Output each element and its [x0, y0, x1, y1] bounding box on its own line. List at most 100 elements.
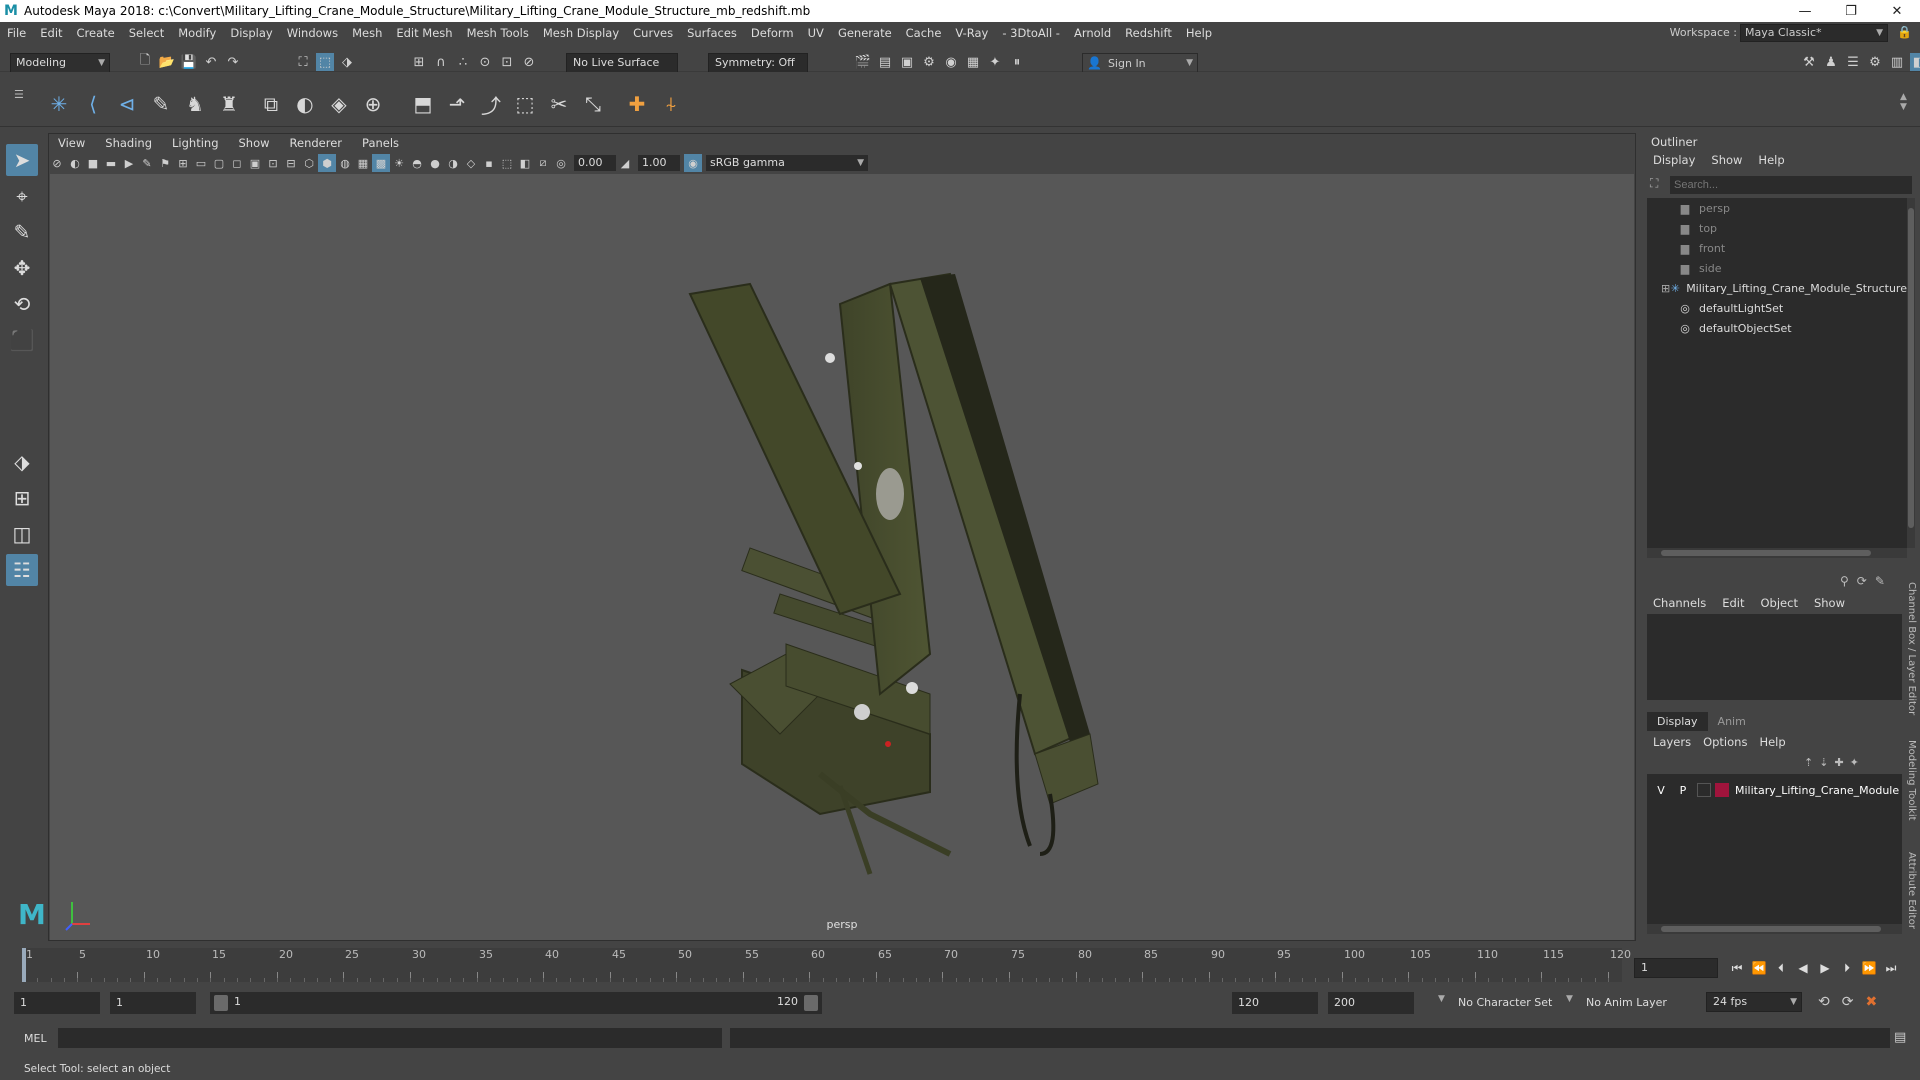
extrude-icon[interactable]: ⬒ [408, 89, 438, 119]
outliner-item-default-light-set[interactable]: ◎ defaultLightSet [1647, 298, 1907, 318]
menu-display[interactable]: Display [223, 26, 279, 40]
layer-type-box[interactable] [1697, 783, 1711, 797]
grease-pencil-icon[interactable]: ✎ [138, 154, 156, 172]
tab-display[interactable]: Display [1647, 712, 1708, 731]
viewport-menu-show[interactable]: Show [229, 136, 280, 150]
play-backwards-icon[interactable]: ◀ [1792, 958, 1814, 978]
tab-attribute-editor[interactable]: Attribute Editor [1906, 852, 1917, 929]
color-management-icon[interactable]: ◉ [684, 154, 702, 172]
outliner-item-default-object-set[interactable]: ◎ defaultObjectSet [1647, 318, 1907, 338]
xray-icon[interactable]: ● [426, 154, 444, 172]
menu-set-select[interactable]: Modeling ▼ [10, 53, 110, 73]
shadows-icon[interactable]: ☀ [390, 154, 408, 172]
channel-box-icon[interactable]: ▥ [1888, 53, 1906, 71]
outliner-horizontal-scrollbar[interactable] [1647, 548, 1907, 558]
field-chart-icon[interactable]: ▣ [246, 154, 264, 172]
snap-projected-center-icon[interactable]: ⊙ [476, 53, 494, 71]
center-pivot-icon[interactable]: ⍭ [656, 89, 686, 119]
channel-box-area[interactable] [1647, 614, 1902, 700]
edit-icon[interactable]: ✎ [1875, 574, 1885, 588]
menu-mesh[interactable]: Mesh [345, 26, 389, 40]
menu-arnold[interactable]: Arnold [1067, 26, 1118, 40]
image-plane-icon[interactable]: ▬ [102, 154, 120, 172]
select-tool-icon[interactable]: ➤ [6, 144, 38, 176]
layer-row[interactable]: V P Military_Lifting_Crane_Module [1647, 780, 1902, 800]
channel-box-icon[interactable]: ⚲ [1840, 574, 1849, 588]
camera-select-icon[interactable]: ⊘ [48, 154, 66, 172]
bookmark-icon[interactable]: ■ [84, 154, 102, 172]
shelf-scroll-icon[interactable]: ▲ ▼ [1900, 92, 1907, 112]
channelbox-menu-edit[interactable]: Edit [1714, 596, 1752, 610]
polygon-sphere-icon[interactable]: ✳ [44, 89, 74, 119]
ipr-render-icon[interactable]: ▣ [898, 53, 916, 71]
layer-menu-help[interactable]: Help [1753, 735, 1791, 749]
range-bar[interactable]: 1 120 [210, 992, 822, 1014]
single-perspective-layout-icon[interactable]: ⬗ [6, 446, 38, 478]
viewport-canvas[interactable]: persp [50, 174, 1634, 940]
polygon-cylinder-icon[interactable]: ⊲ [112, 89, 142, 119]
menu-file[interactable]: File [0, 26, 33, 40]
menu-vray[interactable]: V-Ray [948, 26, 995, 40]
combine-icon[interactable]: ⧉ [256, 89, 286, 119]
menu-help[interactable]: Help [1179, 26, 1219, 40]
layer-menu-options[interactable]: Options [1697, 735, 1753, 749]
ambient-occlusion-icon[interactable]: ⬚ [498, 154, 516, 172]
end-time-field[interactable]: 120 [1232, 992, 1318, 1014]
menu-curves[interactable]: Curves [626, 26, 680, 40]
viewport-menu-renderer[interactable]: Renderer [280, 136, 353, 150]
film-gate-icon[interactable]: ▭ [192, 154, 210, 172]
new-scene-icon[interactable]: 🗋 [136, 53, 154, 71]
polygon-cone-icon[interactable]: ✎ [146, 89, 176, 119]
tool-settings-icon[interactable]: ⚙ [1866, 53, 1884, 71]
time-ruler[interactable]: 1 5 10 15 20 25 30 35 40 45 50 55 60 65 70 75 80 85 90 95 10… [22, 948, 1631, 982]
command-input[interactable] [58, 1028, 722, 1048]
outliner-item-front[interactable]: ▆ front [1647, 238, 1907, 258]
start-time-field[interactable]: 1 [14, 992, 100, 1014]
channelbox-menu-show[interactable]: Show [1806, 596, 1853, 610]
tab-anim[interactable]: Anim [1708, 712, 1756, 731]
xray-components-icon[interactable]: ◇ [462, 154, 480, 172]
isolate-select-icon[interactable]: ◓ [408, 154, 426, 172]
tab-modeling-toolkit[interactable]: Modeling Toolkit [1906, 740, 1917, 821]
redshift-render-icon[interactable]: ✦ [986, 53, 1004, 71]
viewport-menu-shading[interactable]: Shading [95, 136, 162, 150]
outliner-item-crane[interactable]: ⊞ ✳ Military_Lifting_Crane_Module_Structur… [1647, 278, 1907, 298]
layer-editor-icon[interactable]: ◧ [1910, 53, 1920, 71]
anim-start-field[interactable]: 1 [110, 992, 196, 1014]
redo-icon[interactable]: ↷ [224, 53, 242, 71]
animation-preferences-icon[interactable]: ✖ [1865, 994, 1877, 1010]
new-layer-selected-icon[interactable]: ✦ [1850, 756, 1859, 769]
layer-menu-layers[interactable]: Layers [1647, 735, 1697, 749]
pause-render-icon[interactable]: ⏸ [1008, 53, 1026, 71]
make-live-icon[interactable]: ⊘ [520, 53, 538, 71]
hypershade-icon[interactable]: ◉ [942, 53, 960, 71]
outliner-vertical-scrollbar[interactable] [1907, 198, 1915, 548]
use-default-lights-icon[interactable]: ▩ [372, 154, 390, 172]
render-view-icon[interactable]: ▦ [964, 53, 982, 71]
camera-attributes-icon[interactable]: ◐ [66, 154, 84, 172]
current-time-marker[interactable] [22, 948, 26, 982]
anim-layer-select[interactable]: No Anim Layer [1586, 996, 1667, 1009]
character-set-select[interactable]: No Character Set [1458, 996, 1552, 1009]
character-icon[interactable]: ♞ [180, 89, 210, 119]
outliner-item-top[interactable]: ▆ top [1647, 218, 1907, 238]
move-tool-icon[interactable]: ✥ [6, 252, 38, 284]
append-icon[interactable]: ⬚ [510, 89, 540, 119]
motion-blur-icon[interactable]: ◧ [516, 154, 534, 172]
safe-title-icon[interactable]: ⊟ [282, 154, 300, 172]
outliner-menu-display[interactable]: Display [1645, 153, 1703, 167]
undo-icon[interactable]: ↶ [202, 53, 220, 71]
gate-mask-icon[interactable]: ◻ [228, 154, 246, 172]
extract-icon[interactable]: ◐ [290, 89, 320, 119]
backface-culling-icon[interactable]: ▪ [480, 154, 498, 172]
exposure-icon[interactable]: ◎ [552, 154, 570, 172]
menu-3dtoall[interactable]: - 3DtoAll - [995, 26, 1067, 40]
paint-select-tool-icon[interactable]: ✎ [6, 216, 38, 248]
menu-select[interactable]: Select [122, 26, 171, 40]
gamma-field[interactable]: 1.00 [638, 155, 680, 171]
shelf-menu-icon[interactable]: ☰ [14, 88, 24, 101]
current-frame-field[interactable]: 1 [1634, 958, 1718, 978]
script-editor-icon[interactable]: ▤ [1894, 1030, 1906, 1045]
menu-deform[interactable]: Deform [744, 26, 801, 40]
lasso-tool-icon[interactable]: ⌖ [6, 180, 38, 212]
